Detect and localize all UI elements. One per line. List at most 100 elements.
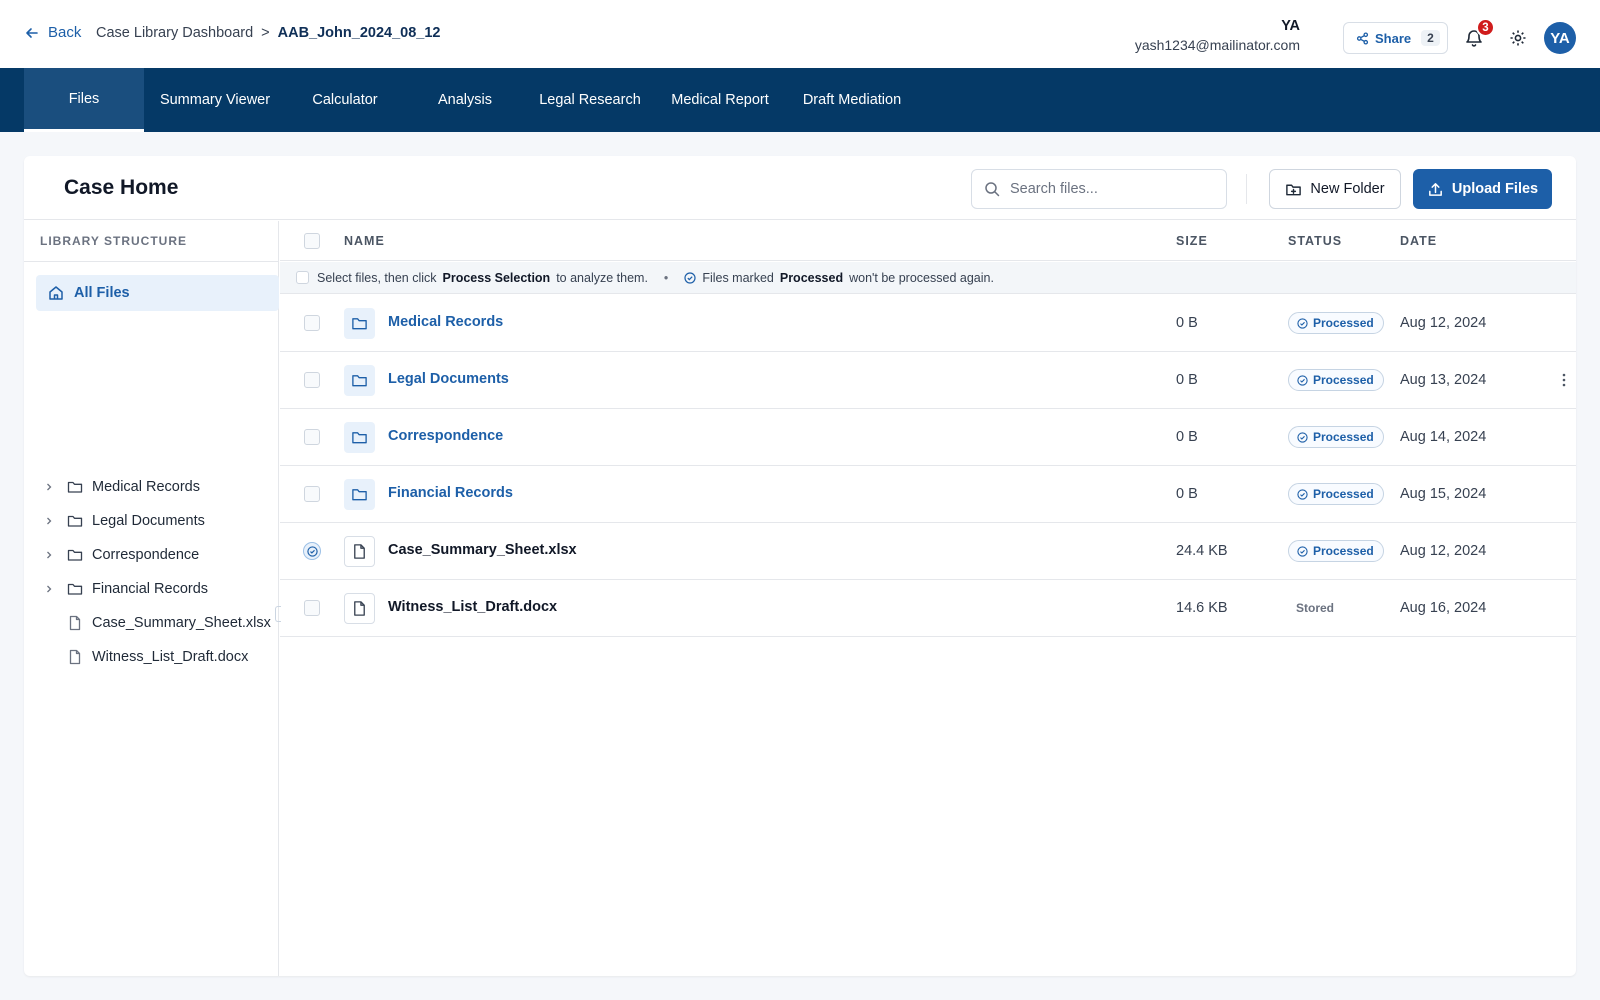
case-card: Case Home New Folder Upload Files LIBRAR… <box>24 156 1576 976</box>
share-count: 2 <box>1421 30 1440 46</box>
main-nav: Files Summary Viewer Calculator Analysis… <box>0 68 1600 132</box>
row-size: 24.4 KB <box>1176 543 1228 559</box>
notification-badge: 3 <box>1476 18 1495 37</box>
user-email: yash1234@mailinator.com <box>1134 37 1300 53</box>
library-sidebar: LIBRARY STRUCTURE All Files Medical Reco… <box>24 221 279 976</box>
table-row[interactable]: Financial Records 0 B Processed Aug 15, … <box>280 466 1576 523</box>
row-checkbox[interactable] <box>304 600 320 616</box>
folder-icon <box>352 318 367 330</box>
chevron-right-icon[interactable] <box>44 584 54 594</box>
sidebar-item-case-summary-sheet[interactable]: Case_Summary_Sheet.xlsx <box>24 609 279 637</box>
tab-draft-mediation[interactable]: Draft Mediation <box>796 68 908 132</box>
breadcrumb-current: AAB_John_2024_08_12 <box>277 25 441 41</box>
tab-files[interactable]: Files <box>24 68 144 132</box>
back-button[interactable]: Back <box>24 24 81 41</box>
row-checkbox[interactable] <box>304 429 320 445</box>
row-name[interactable]: Correspondence <box>388 428 503 444</box>
new-folder-button[interactable]: New Folder <box>1269 169 1401 209</box>
column-date[interactable]: DATE <box>1400 234 1437 248</box>
avatar[interactable]: YA <box>1544 22 1576 54</box>
home-icon <box>49 286 63 300</box>
row-date: Aug 15, 2024 <box>1400 486 1487 502</box>
file-icon <box>69 615 81 631</box>
sidebar-item-correspondence[interactable]: Correspondence <box>24 541 279 569</box>
table-row[interactable]: Medical Records 0 B Processed Aug 12, 20… <box>280 295 1576 352</box>
check-circle-icon <box>306 545 318 557</box>
top-bar: Back Case Library Dashboard > AAB_John_2… <box>0 0 1600 68</box>
more-options-icon[interactable] <box>1556 372 1572 388</box>
row-name[interactable]: Legal Documents <box>388 371 509 387</box>
arrow-left-icon <box>26 27 38 38</box>
hint-processed: Processed <box>779 270 844 285</box>
column-name[interactable]: NAME <box>344 234 385 248</box>
row-processed-indicator[interactable] <box>303 542 321 560</box>
share-button[interactable]: Share 2 <box>1343 22 1448 54</box>
sidebar-divider <box>24 261 279 262</box>
row-size: 0 B <box>1176 372 1198 388</box>
select-all-checkbox[interactable] <box>304 233 320 249</box>
search-input[interactable] <box>1010 181 1210 197</box>
row-name[interactable]: Witness_List_Draft.docx <box>388 599 557 615</box>
folder-icon <box>352 375 367 387</box>
file-icon <box>354 544 365 559</box>
tab-legal-research[interactable]: Legal Research <box>534 68 646 132</box>
chevron-right-icon[interactable] <box>44 482 54 492</box>
row-size: 0 B <box>1176 486 1198 502</box>
file-icon <box>69 649 81 665</box>
table-header: NAME SIZE STATUS DATE <box>280 221 1576 261</box>
column-status[interactable]: STATUS <box>1288 234 1342 248</box>
row-checkbox[interactable] <box>304 315 320 331</box>
row-name[interactable]: Financial Records <box>388 485 513 501</box>
tab-medical-report[interactable]: Medical Report <box>664 68 776 132</box>
header-divider <box>1246 174 1247 204</box>
sidebar-item-label: Correspondence <box>92 547 200 563</box>
status-label: Processed <box>1313 544 1374 558</box>
tab-analysis[interactable]: Analysis <box>410 68 520 132</box>
table-row[interactable]: Correspondence 0 B Processed Aug 14, 202… <box>280 409 1576 466</box>
breadcrumb: Case Library Dashboard > AAB_John_2024_0… <box>96 25 440 41</box>
sidebar-item-legal-documents[interactable]: Legal Documents <box>24 507 279 535</box>
table-row[interactable]: Case_Summary_Sheet.xlsx 24.4 KB Processe… <box>280 523 1576 580</box>
card-header: Case Home New Folder Upload Files <box>24 156 1576 220</box>
sidebar-item-witness-list-draft[interactable]: Witness_List_Draft.docx <box>24 643 279 671</box>
sidebar-item-financial-records[interactable]: Financial Records <box>24 575 279 603</box>
upload-files-button[interactable]: Upload Files <box>1413 169 1552 209</box>
row-icon-box <box>344 536 375 567</box>
chevron-right-icon[interactable] <box>44 516 54 526</box>
row-checkbox[interactable] <box>304 372 320 388</box>
check-circle-icon <box>1297 431 1308 443</box>
status-badge: Processed <box>1288 312 1384 334</box>
row-checkbox[interactable] <box>304 486 320 502</box>
check-circle-icon <box>1297 545 1308 557</box>
status-label: Processed <box>1313 430 1374 444</box>
hint-text-2: to analyze them. <box>556 270 648 285</box>
check-circle-icon <box>1297 317 1308 329</box>
sidebar-item-medical-records[interactable]: Medical Records <box>24 473 279 501</box>
sidebar-item-all-files[interactable]: All Files <box>36 275 279 311</box>
tab-calculator[interactable]: Calculator <box>290 68 400 132</box>
row-name[interactable]: Case_Summary_Sheet.xlsx <box>388 542 577 558</box>
library-heading: LIBRARY STRUCTURE <box>40 234 188 248</box>
row-icon-box <box>344 365 375 396</box>
tab-summary-viewer[interactable]: Summary Viewer <box>152 68 278 132</box>
breadcrumb-dashboard[interactable]: Case Library Dashboard <box>96 25 253 41</box>
table-row[interactable]: Witness_List_Draft.docx 14.6 KB Stored A… <box>280 580 1576 637</box>
folder-icon <box>67 515 83 527</box>
folder-icon <box>352 432 367 444</box>
gear-icon[interactable] <box>1508 28 1528 48</box>
check-circle-icon <box>684 271 696 284</box>
status-label: Processed <box>1313 487 1374 501</box>
row-name[interactable]: Medical Records <box>388 314 503 330</box>
hint-text-4: won't be processed again. <box>849 270 994 285</box>
folder-plus-icon <box>1286 184 1302 195</box>
row-icon-box <box>344 308 375 339</box>
table-row[interactable]: Legal Documents 0 B Processed Aug 13, 20… <box>280 352 1576 409</box>
hint-text-3: Files marked <box>702 270 774 285</box>
chevron-right-icon[interactable] <box>44 550 54 560</box>
column-size[interactable]: SIZE <box>1176 234 1208 248</box>
sidebar-item-label: Medical Records <box>92 479 200 495</box>
user-info: YA yash1234@mailinator.com <box>1135 18 1300 53</box>
folder-icon <box>352 489 367 501</box>
search-box[interactable] <box>971 169 1227 209</box>
breadcrumb-separator: > <box>261 25 270 41</box>
